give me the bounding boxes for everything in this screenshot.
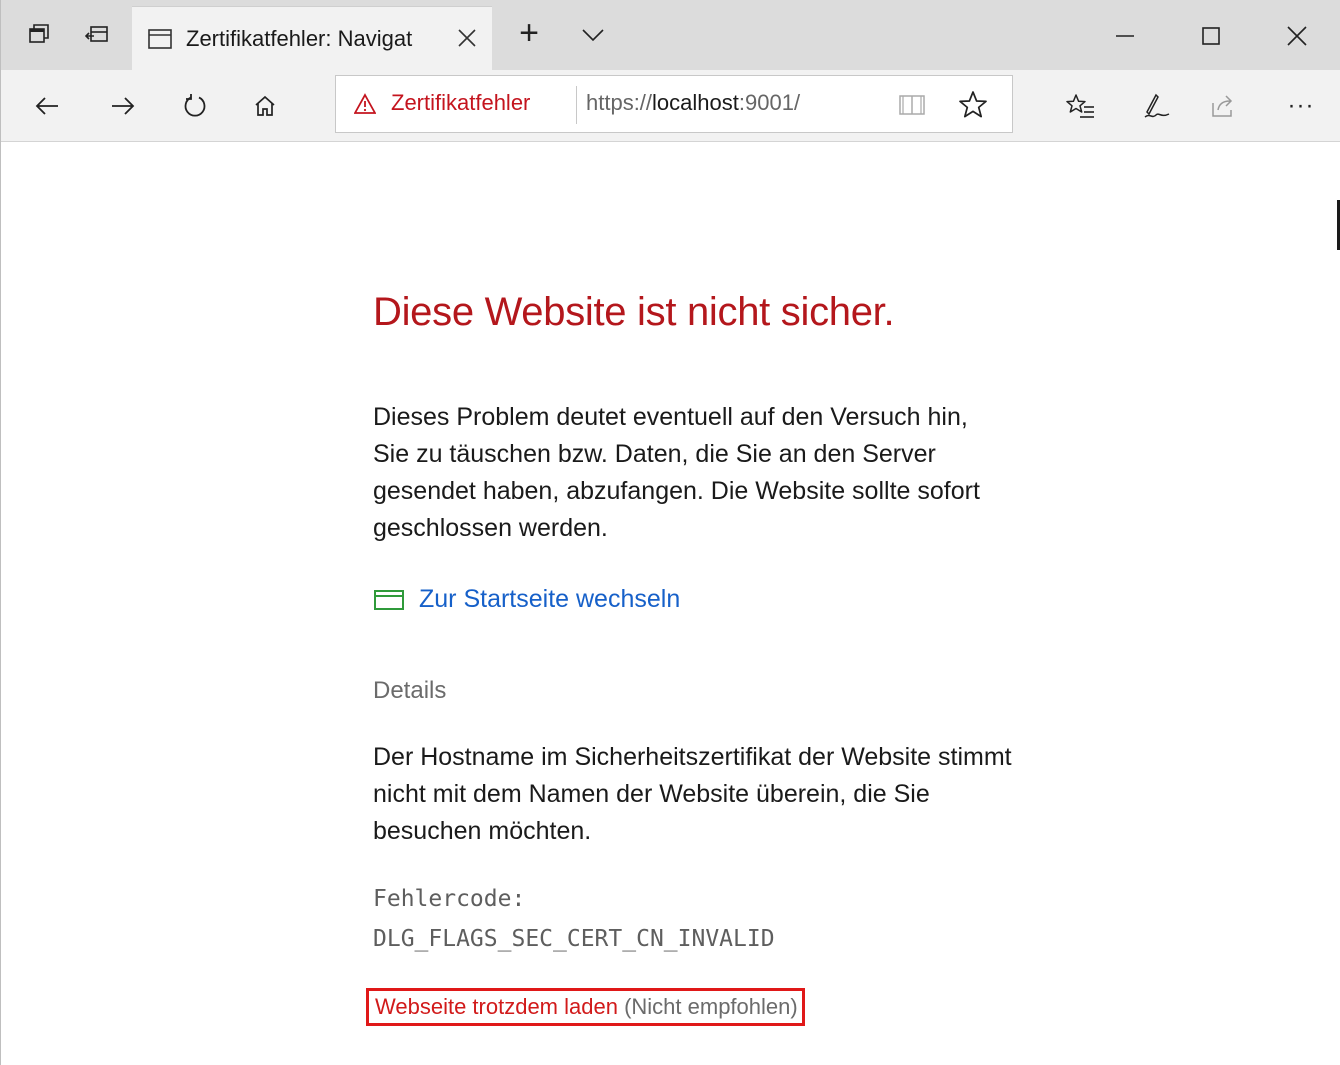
error-description: Dieses Problem deutet eventuell auf den … [373,403,980,542]
tab-strip: Zertifikatfehler: Navigat + [1,0,1340,70]
active-tab[interactable]: Zertifikatfehler: Navigat [132,6,492,70]
minimize-icon[interactable] [1095,14,1155,58]
proceed-anyway-link[interactable]: Webseite trotzdem laden [375,994,618,1019]
tab-close-icon[interactable] [454,25,480,51]
reading-view-icon[interactable] [896,90,928,120]
address-bar[interactable]: Zertifikatfehler https://localhost:9001/ [335,75,1013,133]
address-divider [576,86,577,124]
page-title: Diese Website ist nicht sicher. [373,290,895,334]
favorites-list-icon[interactable] [1059,84,1103,128]
details-toggle[interactable]: Details [373,677,446,705]
home-icon[interactable] [243,84,287,128]
certificate-error-label[interactable]: Zertifikatfehler [391,90,530,116]
error-code-value: DLG_FLAGS_SEC_CERT_CN_INVALID [373,926,775,952]
tab-title: Zertifikatfehler: Navigat [186,25,413,51]
proceed-anyway-highlight: Webseite trotzdem laden (Nicht empfohlen… [366,988,805,1026]
tab-preview-icon[interactable] [19,14,59,54]
favorite-star-icon[interactable] [956,88,990,122]
window-close-icon[interactable] [1267,14,1327,58]
more-dots-icon[interactable]: ··· [1279,84,1323,128]
tab-page-green-icon [374,589,404,610]
set-tabs-aside-icon[interactable] [77,14,117,54]
url-host: localhost [652,90,739,115]
address-url[interactable]: https://localhost:9001/ [586,90,800,116]
pen-notes-icon[interactable] [1135,84,1179,128]
tab-list-chevron-down-icon[interactable] [575,20,611,50]
browser-window: Zertifikatfehler: Navigat + Zertifikatfe… [0,0,1340,1065]
home-link[interactable]: Zur Startseite wechseln [373,585,680,614]
navigation-bar: Zertifikatfehler https://localhost:9001/… [1,70,1340,142]
tab-page-icon [148,28,172,49]
maximize-icon[interactable] [1181,14,1241,58]
warning-triangle-icon [354,93,376,114]
error-code-label: Fehlercode: [373,886,526,912]
home-link-label: Zur Startseite wechseln [419,585,681,613]
forward-arrow-icon[interactable] [101,84,145,128]
new-tab-button[interactable]: + [511,16,547,54]
back-arrow-icon[interactable] [25,84,69,128]
error-code-block: Fehlercode: DLG_FLAGS_SEC_CERT_CN_INVALI… [373,879,775,959]
refresh-icon[interactable] [173,84,217,128]
share-icon[interactable] [1201,84,1245,128]
details-text: Der Hostname im Sicherheitszertifikat de… [373,743,1012,845]
not-recommended-note: (Nicht empfohlen) [624,994,798,1019]
